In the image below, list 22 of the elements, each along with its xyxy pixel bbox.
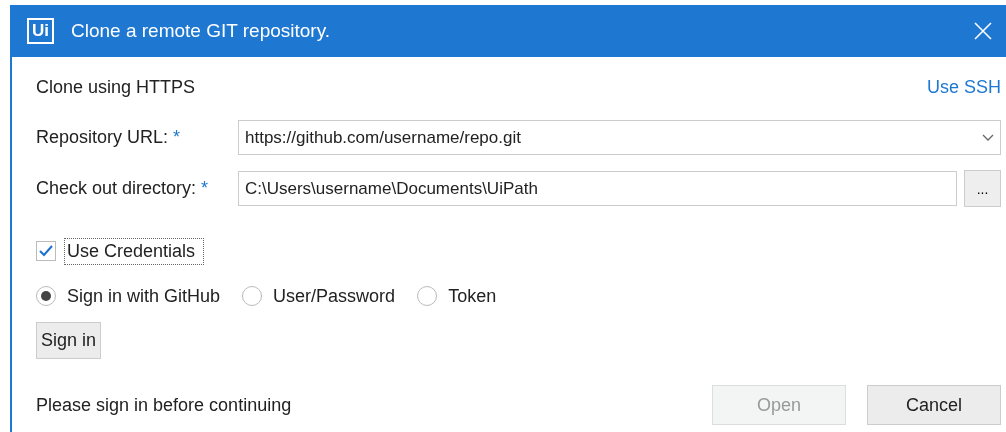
checkbox[interactable]: [36, 241, 56, 261]
sign-in-button[interactable]: Sign in: [36, 322, 102, 359]
app-logo: Ui: [27, 18, 54, 44]
browse-button[interactable]: ...: [964, 170, 1001, 207]
checkbox-label[interactable]: Use Credentials: [64, 237, 205, 265]
radio-button[interactable]: [242, 286, 263, 306]
radio-label[interactable]: Token: [448, 285, 497, 307]
repository-url-dropdown[interactable]: https://github.com/username/repo.git: [238, 120, 1001, 155]
window-title: Clone a remote GIT repository.: [71, 20, 332, 42]
radio-label[interactable]: Sign in with GitHub: [67, 285, 221, 307]
mode-label: Clone using HTTPS: [36, 76, 196, 98]
field-label: Check out directory: *: [36, 178, 210, 199]
radio-label[interactable]: User/Password: [273, 285, 396, 307]
close-icon[interactable]: [974, 22, 992, 40]
directory-field[interactable]: C:\Users\username\Documents\UiPath: [238, 171, 957, 206]
radio-button[interactable]: [36, 286, 56, 306]
status-message: Please sign in before continuing: [36, 394, 292, 416]
dialog-button[interactable]: Cancel: [867, 385, 1001, 425]
radio-button[interactable]: [417, 286, 438, 306]
use-ssh-link[interactable]: Use SSH: [926, 76, 1001, 98]
chevron-down-icon: [982, 133, 994, 142]
field-label: Repository URL: *: [36, 127, 182, 148]
